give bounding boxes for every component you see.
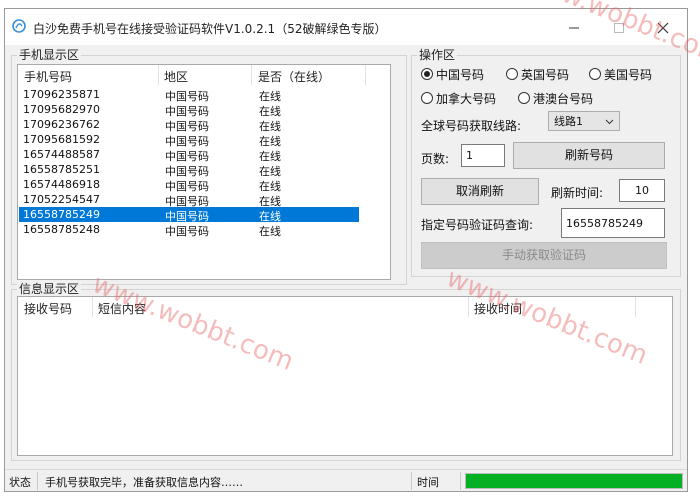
chevron-down-icon bbox=[605, 119, 614, 125]
col-separator[interactable] bbox=[365, 65, 366, 85]
radio-china-number[interactable]: 中国号码 bbox=[421, 66, 484, 82]
page-count-label: 页数: bbox=[421, 152, 450, 166]
status-label: 状态 bbox=[9, 476, 31, 489]
operations-label: 操作区 bbox=[417, 46, 458, 63]
code-query-input[interactable]: 16558785249 bbox=[561, 208, 665, 238]
col-phone-header[interactable]: 手机号码 bbox=[24, 68, 72, 85]
phone-number: 17095681592 bbox=[23, 133, 100, 146]
code-query-label: 指定号码验证码查询: bbox=[421, 218, 534, 232]
close-button[interactable] bbox=[645, 15, 681, 41]
phone-number: 16558785249 bbox=[23, 208, 100, 221]
radio-dot bbox=[506, 68, 518, 80]
page-count-input[interactable]: 1 bbox=[461, 144, 505, 167]
maximize-icon bbox=[614, 23, 624, 33]
phone-row[interactable]: 16574486918 中国号码 在线 bbox=[19, 177, 359, 193]
phone-number: 17096235871 bbox=[23, 88, 100, 101]
refresh-time-input[interactable]: 10 bbox=[619, 179, 665, 202]
cancel-refresh-button[interactable]: 取消刷新 bbox=[421, 178, 539, 205]
radio-us-number[interactable]: 美国号码 bbox=[589, 66, 652, 82]
phone-row-selected[interactable]: 16558785249 中国号码 在线 bbox=[19, 207, 359, 223]
phone-number: 16574486918 bbox=[23, 178, 100, 191]
radio-uk-number[interactable]: 英国号码 bbox=[506, 66, 569, 82]
route-select[interactable]: 线路1 bbox=[548, 111, 620, 131]
info-display-label: 信息显示区 bbox=[17, 280, 82, 297]
phone-number: 17052254547 bbox=[23, 193, 100, 206]
phone-number: 17095682970 bbox=[23, 103, 100, 116]
col-separator[interactable] bbox=[468, 297, 469, 317]
col-separator[interactable] bbox=[635, 297, 636, 317]
col-sms-content-header[interactable]: 短信内容 bbox=[98, 300, 146, 317]
radio-label: 美国号码 bbox=[604, 67, 653, 82]
col-separator[interactable] bbox=[251, 65, 252, 85]
status-bar: 状态 手机号获取完毕，准备获取信息内容…… 时间 bbox=[5, 469, 687, 491]
manual-fetch-code-button[interactable]: 手动获取验证码 bbox=[421, 242, 667, 269]
phone-number: 16574488587 bbox=[23, 148, 100, 161]
app-window: 白沙免费手机号在线接受验证码软件V1.0.2.1（52破解绿色专版） 手机显示区… bbox=[4, 8, 688, 492]
time-label: 时间 bbox=[417, 476, 439, 489]
phone-row[interactable]: 17095682970 中国号码 在线 bbox=[19, 102, 359, 118]
phone-list-header: 手机号码 地区 是否（在线） bbox=[18, 65, 390, 85]
minimize-icon bbox=[569, 27, 579, 29]
status-separator bbox=[411, 472, 412, 490]
phone-region: 中国号码 bbox=[165, 225, 209, 238]
sms-list[interactable]: 接收号码 短信内容 接收时间 bbox=[17, 296, 673, 456]
route-select-value: 线路1 bbox=[554, 115, 583, 128]
window-title: 白沙免费手机号在线接受验证码软件V1.0.2.1（52破解绿色专版） bbox=[33, 22, 387, 36]
phone-number: 16558785251 bbox=[23, 163, 100, 176]
radio-label: 英国号码 bbox=[521, 67, 570, 82]
phone-number: 16558785248 bbox=[23, 223, 100, 236]
phone-row[interactable]: 17095681592 中国号码 在线 bbox=[19, 132, 359, 148]
radio-label: 中国号码 bbox=[436, 67, 485, 82]
phone-list[interactable]: 手机号码 地区 是否（在线） 17096235871 中国号码 在线 17095… bbox=[17, 64, 391, 280]
route-label: 全球号码获取线路: bbox=[421, 119, 522, 133]
col-separator[interactable] bbox=[92, 297, 93, 317]
close-icon bbox=[657, 22, 669, 34]
status-separator bbox=[460, 472, 461, 490]
refresh-time-label: 刷新时间: bbox=[551, 186, 604, 200]
radio-hk-mo-tw-number[interactable]: 港澳台号码 bbox=[518, 90, 593, 106]
refresh-numbers-button[interactable]: 刷新号码 bbox=[513, 142, 665, 169]
radio-dot bbox=[421, 68, 433, 80]
radio-label: 加拿大号码 bbox=[436, 91, 497, 106]
phone-status: 在线 bbox=[259, 225, 281, 238]
app-logo-icon bbox=[12, 19, 26, 33]
radio-canada-number[interactable]: 加拿大号码 bbox=[421, 90, 496, 106]
radio-dot bbox=[421, 92, 433, 104]
maximize-button[interactable] bbox=[601, 15, 637, 41]
progress-fill bbox=[466, 474, 682, 488]
col-region-header[interactable]: 地区 bbox=[164, 68, 188, 85]
col-status-header[interactable]: 是否（在线） bbox=[258, 68, 330, 85]
phone-row[interactable]: 17096236762 中国号码 在线 bbox=[19, 117, 359, 133]
phone-number: 17096236762 bbox=[23, 118, 100, 131]
title-bar[interactable]: 白沙免费手机号在线接受验证码软件V1.0.2.1（52破解绿色专版） bbox=[5, 9, 687, 45]
page-count-value: 1 bbox=[466, 149, 473, 162]
col-receive-time-header[interactable]: 接收时间 bbox=[474, 300, 522, 317]
phone-row[interactable]: 16558785248 中国号码 在线 bbox=[19, 222, 359, 238]
status-separator bbox=[37, 472, 38, 490]
radio-dot bbox=[589, 68, 601, 80]
refresh-time-value: 10 bbox=[635, 184, 649, 197]
col-separator[interactable] bbox=[158, 65, 159, 85]
phone-row[interactable]: 17052254547 中国号码 在线 bbox=[19, 192, 359, 208]
status-message: 手机号获取完毕，准备获取信息内容…… bbox=[45, 476, 243, 489]
phone-row[interactable]: 16574488587 中国号码 在线 bbox=[19, 147, 359, 163]
col-receive-number-header[interactable]: 接收号码 bbox=[24, 300, 72, 317]
phone-row[interactable]: 16558785251 中国号码 在线 bbox=[19, 162, 359, 178]
minimize-button[interactable] bbox=[556, 15, 592, 41]
progress-bar bbox=[465, 473, 683, 489]
phone-display-label: 手机显示区 bbox=[17, 46, 82, 63]
radio-label: 港澳台号码 bbox=[533, 91, 594, 106]
code-query-value: 16558785249 bbox=[566, 216, 643, 230]
sms-list-header: 接收号码 短信内容 接收时间 bbox=[18, 297, 672, 317]
radio-dot bbox=[518, 92, 530, 104]
phone-row[interactable]: 17096235871 中国号码 在线 bbox=[19, 87, 359, 103]
